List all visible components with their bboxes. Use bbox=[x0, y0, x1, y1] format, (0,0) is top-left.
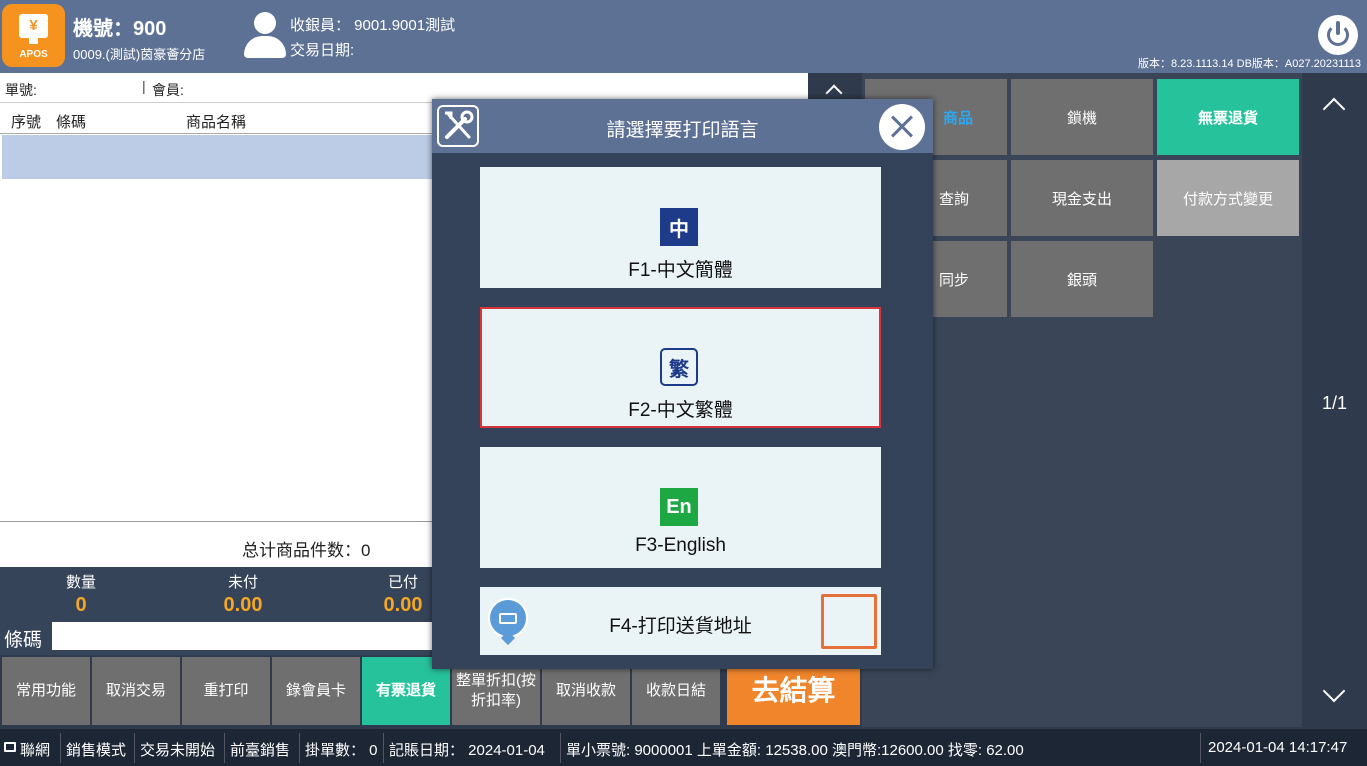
cashier-info: 收銀員： 9001.9001測試 bbox=[290, 17, 456, 34]
no-receipt-return-button[interactable]: 無票退貨 bbox=[1157, 79, 1299, 155]
chevron-down-icon[interactable] bbox=[1322, 679, 1346, 703]
col-seq: 序號 bbox=[11, 114, 42, 131]
monitor-icon: ¥ bbox=[19, 14, 48, 38]
status-sales: 前臺銷售 bbox=[230, 742, 291, 759]
print-address-checkbox[interactable] bbox=[821, 594, 877, 649]
lock-button[interactable]: 鎖機 bbox=[1011, 79, 1153, 155]
dialog-title: 請選擇要打印語言 bbox=[606, 120, 759, 141]
status-network: 聯網 bbox=[20, 742, 51, 759]
stat-quantity: 數量 0 bbox=[65, 574, 96, 616]
app-header: ¥ APOS 機號：900 0009.(測試)茵豪薈分店 收銀員： 9001.9… bbox=[0, 0, 1367, 73]
status-clock: 2024-01-04 14:17:47 bbox=[1208, 739, 1348, 756]
apos-logo: ¥ APOS bbox=[2, 4, 65, 67]
page-indicator: 1/1 bbox=[1321, 393, 1348, 413]
power-icon[interactable] bbox=[1318, 15, 1358, 55]
status-bar: 聯網 銷售模式 交易未開始 前臺銷售 掛單數： 0 記賬日期： 2024-01-… bbox=[0, 729, 1367, 766]
option-label: F1-中文簡體 bbox=[628, 260, 733, 281]
version-info: 版本：8.23.1113.14 DB版本：A027.20231113 bbox=[1138, 58, 1361, 70]
col-product-name: 商品名稱 bbox=[186, 114, 247, 131]
logo-text: APOS bbox=[19, 49, 48, 60]
reprint-button[interactable]: 重打印 bbox=[182, 657, 270, 725]
common-functions-button[interactable]: 常用功能 bbox=[2, 657, 90, 725]
payment-method-change-button[interactable]: 付款方式變更 bbox=[1157, 160, 1299, 236]
dialog-header: 請選擇要打印語言 bbox=[432, 99, 933, 153]
status-mode: 銷售模式 bbox=[66, 742, 127, 759]
status-held-orders: 掛單數： 0 bbox=[305, 742, 378, 759]
barcode-label: 條碼 bbox=[4, 630, 43, 651]
english-icon: En bbox=[660, 488, 698, 526]
member-card-button[interactable]: 錄會員卡 bbox=[272, 657, 360, 725]
option-simplified-chinese[interactable]: 中 F1-中文簡體 bbox=[480, 167, 881, 288]
total-items-label: 总计商品件数：0 bbox=[242, 541, 371, 560]
col-barcode: 條碼 bbox=[56, 114, 87, 131]
option-english[interactable]: En F3-English bbox=[480, 447, 881, 568]
simplified-chinese-icon: 中 bbox=[660, 208, 698, 246]
cash-drawer-button[interactable]: 銀頭 bbox=[1011, 241, 1153, 317]
chevron-up-icon[interactable] bbox=[1322, 97, 1346, 121]
network-icon bbox=[4, 742, 16, 752]
cancel-transaction-button[interactable]: 取消交易 bbox=[92, 657, 180, 725]
close-icon[interactable] bbox=[879, 104, 925, 150]
print-language-dialog: 請選擇要打印語言 中 F1-中文簡體 繁 F2-中文繁體 En F3-Engli… bbox=[432, 99, 933, 669]
traditional-chinese-icon: 繁 bbox=[660, 348, 698, 386]
option-print-address[interactable]: F4-打印送貨地址 bbox=[480, 587, 881, 655]
function-pager: 1/1 bbox=[1302, 73, 1367, 727]
member-label: 會員: bbox=[152, 82, 184, 98]
stat-unpaid: 未付 0.00 bbox=[223, 574, 263, 616]
cash-expense-button[interactable]: 現金支出 bbox=[1011, 160, 1153, 236]
status-transaction: 交易未開始 bbox=[140, 742, 216, 759]
transaction-date: 交易日期: bbox=[290, 42, 355, 59]
store-name: 0009.(測試)茵豪薈分店 bbox=[73, 47, 206, 62]
order-no-label: 單號: bbox=[5, 82, 37, 98]
status-accounting-date: 記賬日期： 2024-01-04 bbox=[389, 742, 545, 759]
user-icon bbox=[243, 12, 287, 60]
option-label: F3-English bbox=[635, 535, 726, 556]
machine-number: 機號：900 bbox=[73, 18, 167, 40]
option-traditional-chinese[interactable]: 繁 F2-中文繁體 bbox=[480, 307, 881, 428]
status-last-receipt: 單小票號: 9000001 上單金額: 12538.00 澳門幣:12600.0… bbox=[566, 742, 1024, 759]
option-label: F2-中文繁體 bbox=[628, 400, 733, 421]
